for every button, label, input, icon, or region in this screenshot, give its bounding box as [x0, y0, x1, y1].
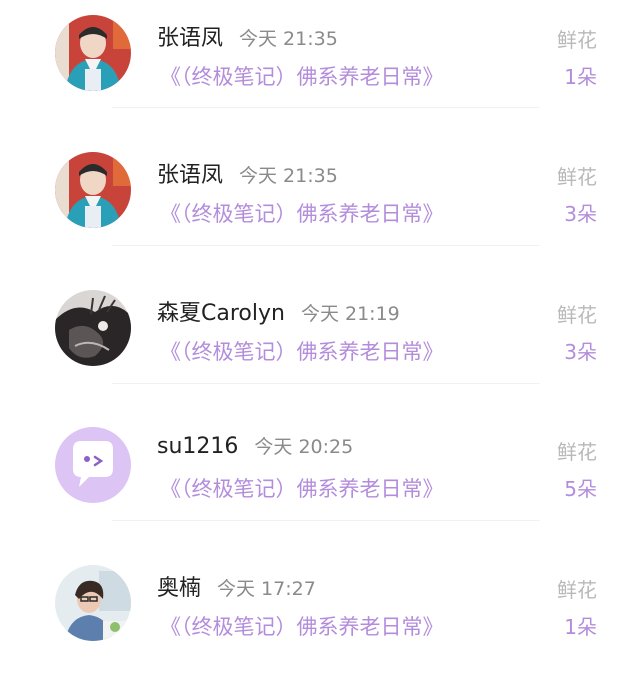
avatar[interactable] — [55, 565, 131, 641]
gift-count: 3朵 — [564, 202, 597, 226]
flower-gift-list: 张语凤 今天 21:35 《（终极笔记）佛系养老日常》 鲜花 1朵 张语凤 今天 2… — [0, 0, 640, 656]
timestamp: 今天 20:25 — [254, 436, 354, 458]
book-title-link[interactable]: 《（终极笔记）佛系养老日常》 — [160, 611, 444, 641]
book-title-link[interactable]: 《（终极笔记）佛系养老日常》 — [160, 61, 444, 91]
gift-count: 3朵 — [564, 340, 597, 364]
gift-label: 鲜花 — [557, 165, 597, 189]
woman-photo-icon — [55, 565, 131, 641]
divider — [112, 245, 540, 246]
gift-label: 鲜花 — [557, 28, 597, 52]
username[interactable]: 森夏Carolyn 今天 21:19 — [157, 295, 400, 327]
gift-count: 5朵 — [564, 477, 597, 501]
list-item[interactable]: 奥楠 今天 17:27 《（终极笔记）佛系养老日常》 鲜花 1朵 — [0, 550, 640, 687]
list-item[interactable]: 张语凤 今天 21:35 《（终极笔记）佛系养老日常》 鲜花 1朵 — [0, 0, 640, 137]
divider — [112, 520, 540, 521]
book-title-link[interactable]: 《（终极笔记）佛系养老日常》 — [160, 336, 444, 366]
username[interactable]: 奥楠 今天 17:27 — [157, 570, 316, 602]
username-text: su1216 — [157, 434, 239, 459]
username-text: 张语凤 — [157, 163, 224, 188]
gift-label: 鲜花 — [557, 578, 597, 602]
list-item[interactable]: su1216 今天 20:25 《（终极笔记）佛系养老日常》 鲜花 5朵 — [0, 412, 640, 549]
dark-illustration-icon — [55, 290, 131, 366]
gift-count: 1朵 — [564, 615, 597, 639]
timestamp: 今天 17:27 — [217, 578, 316, 600]
book-title-link[interactable]: 《（终极笔记）佛系养老日常》 — [160, 198, 444, 228]
man-photo-icon — [55, 15, 131, 91]
list-item[interactable]: 张语凤 今天 21:35 《（终极笔记）佛系养老日常》 鲜花 3朵 — [0, 137, 640, 274]
timestamp: 今天 21:19 — [300, 303, 400, 325]
username[interactable]: 张语凤 今天 21:35 — [157, 20, 338, 52]
divider — [112, 383, 540, 384]
username-text: 张语凤 — [157, 26, 224, 51]
book-title-link[interactable]: 《（终极笔记）佛系养老日常》 — [160, 473, 444, 503]
divider — [112, 107, 540, 108]
timestamp: 今天 21:35 — [239, 28, 338, 50]
gift-label: 鲜花 — [557, 303, 597, 327]
timestamp: 今天 21:35 — [239, 165, 338, 187]
man-photo-icon — [55, 152, 131, 228]
username-text: 森夏Carolyn — [157, 301, 285, 326]
avatar[interactable] — [55, 427, 131, 503]
avatar[interactable] — [55, 152, 131, 228]
gift-count: 1朵 — [564, 65, 597, 89]
username-text: 奥楠 — [157, 576, 202, 601]
username[interactable]: su1216 今天 20:25 — [157, 432, 353, 459]
avatar[interactable] — [55, 15, 131, 91]
chat-bubble-icon — [55, 427, 131, 503]
avatar[interactable] — [55, 290, 131, 366]
gift-label: 鲜花 — [557, 440, 597, 464]
list-item[interactable]: 森夏Carolyn 今天 21:19 《（终极笔记）佛系养老日常》 鲜花 3朵 — [0, 275, 640, 412]
username[interactable]: 张语凤 今天 21:35 — [157, 157, 338, 189]
